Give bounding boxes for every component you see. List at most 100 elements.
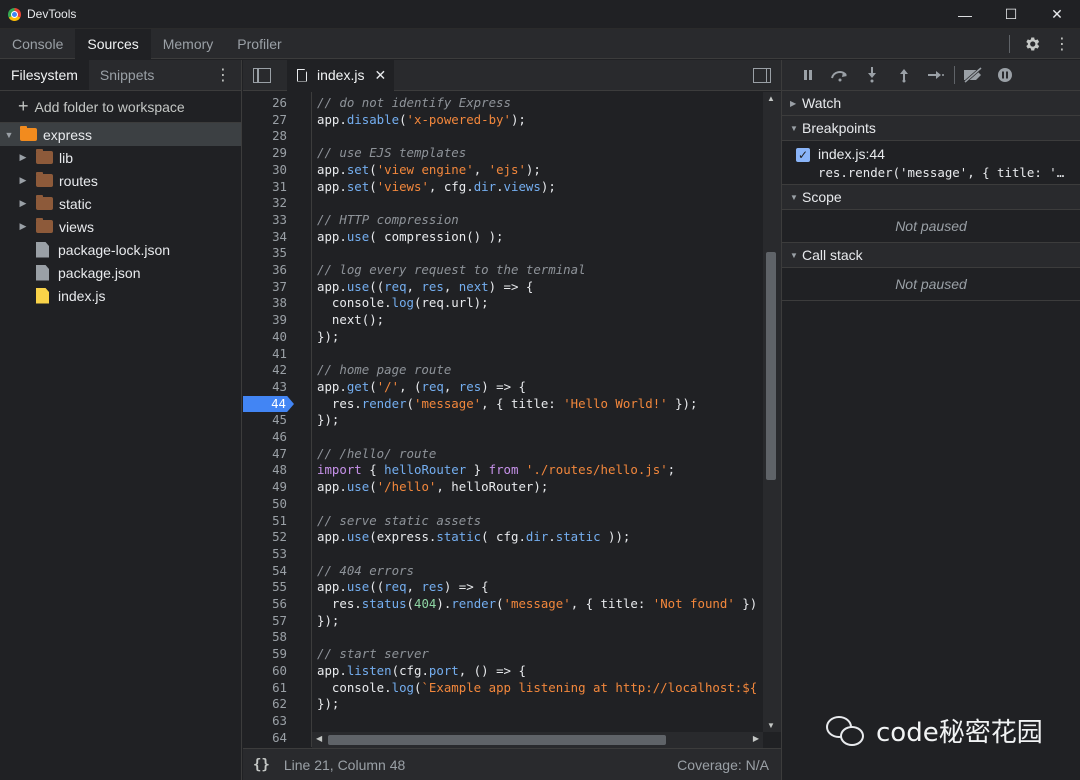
tree-item-package-lock[interactable]: package-lock.json	[0, 238, 241, 261]
tree-item-lib[interactable]: ▶ lib	[0, 146, 241, 169]
line-number[interactable]: 49	[243, 479, 287, 496]
step-into-icon[interactable]	[856, 63, 888, 87]
code-line[interactable]: 53	[243, 546, 763, 563]
tree-item-express[interactable]: ▼ express	[0, 123, 241, 146]
line-number[interactable]: 43	[243, 379, 287, 396]
tab-profiler[interactable]: Profiler	[225, 29, 293, 59]
code-line[interactable]: 51 // serve static assets	[243, 513, 763, 530]
code-line[interactable]: 37 app.use((req, res, next) => {	[243, 279, 763, 296]
add-folder-button[interactable]: + Add folder to workspace	[0, 91, 241, 123]
section-watch[interactable]: ▶ Watch	[782, 91, 1080, 116]
line-number[interactable]: 45	[243, 412, 287, 429]
tree-item-static[interactable]: ▶ static	[0, 192, 241, 215]
code-line[interactable]: 44 res.render('message', { title: 'Hello…	[243, 395, 763, 413]
code-line[interactable]: 40});	[243, 329, 763, 346]
breakpoint-checkbox[interactable]: ✓	[796, 148, 810, 162]
code-line[interactable]: 30 app.set('view engine', 'ejs');	[243, 162, 763, 179]
scroll-left-icon[interactable]: ◀	[316, 734, 322, 743]
scrollbar-thumb[interactable]	[766, 252, 776, 480]
line-number[interactable]: 57	[243, 613, 287, 630]
code-line[interactable]: 39 next();	[243, 312, 763, 329]
breakpoint-marker[interactable]: 44	[243, 395, 294, 413]
code-line[interactable]: 60 app.listen(cfg.port, () => {	[243, 663, 763, 680]
code-line[interactable]: 42 // home page route	[243, 362, 763, 379]
deactivate-breakpoints-icon[interactable]	[957, 63, 989, 87]
code-line[interactable]: 34 app.use( compression() );	[243, 229, 763, 246]
line-number[interactable]: 33	[243, 212, 287, 229]
code-line[interactable]: 45});	[243, 412, 763, 429]
code-line[interactable]: 38 console.log(req.url);	[243, 295, 763, 312]
pretty-print-button[interactable]: {}	[253, 757, 270, 773]
kebab-menu-icon[interactable]: ⋮	[1050, 32, 1074, 56]
vertical-scrollbar[interactable]: ▲ ▼	[763, 92, 781, 732]
line-number[interactable]: 37	[243, 279, 287, 296]
line-number[interactable]: 54	[243, 563, 287, 580]
code-line[interactable]: 62});	[243, 696, 763, 713]
line-number[interactable]: 52	[243, 529, 287, 546]
line-number[interactable]: 56	[243, 596, 287, 613]
tree-item-views[interactable]: ▶ views	[0, 215, 241, 238]
line-number[interactable]: 30	[243, 162, 287, 179]
tree-item-index-js[interactable]: index.js	[0, 284, 241, 307]
code-line[interactable]: 58	[243, 629, 763, 646]
tab-console[interactable]: Console	[0, 29, 75, 59]
toggle-debugger-icon[interactable]	[753, 68, 771, 83]
line-number[interactable]: 36	[243, 262, 287, 279]
toggle-navigator-icon[interactable]	[253, 67, 271, 83]
line-number[interactable]: 48	[243, 462, 287, 479]
code-line[interactable]: 55 app.use((req, res) => {	[243, 579, 763, 596]
code-line[interactable]: 29 // use EJS templates	[243, 145, 763, 162]
line-number[interactable]: 26	[243, 95, 287, 112]
minimize-button[interactable]: —	[942, 0, 988, 29]
line-number[interactable]: 41	[243, 346, 287, 363]
line-number[interactable]: 31	[243, 179, 287, 196]
breakpoint-item[interactable]: ✓ index.js:44 res.render('message', { ti…	[782, 141, 1080, 185]
code-line[interactable]: 54 // 404 errors	[243, 563, 763, 580]
editor-tab-index-js[interactable]: index.js ✕	[287, 59, 395, 91]
line-number[interactable]: 64	[243, 730, 287, 747]
line-number[interactable]: 46	[243, 429, 287, 446]
code-line[interactable]: 56 res.status(404).render('message', { t…	[243, 596, 763, 613]
line-number[interactable]: 39	[243, 312, 287, 329]
line-number[interactable]: 40	[243, 329, 287, 346]
line-number[interactable]: 60	[243, 663, 287, 680]
close-tab-icon[interactable]: ✕	[374, 67, 386, 84]
line-number[interactable]: 32	[243, 195, 287, 212]
scroll-down-icon[interactable]: ▼	[767, 721, 775, 730]
section-call-stack[interactable]: ▼ Call stack	[782, 243, 1080, 268]
code-line[interactable]: 31 app.set('views', cfg.dir.views);	[243, 179, 763, 196]
code-line[interactable]: 26 // do not identify Express	[243, 95, 763, 112]
line-number[interactable]: 35	[243, 245, 287, 262]
code-line[interactable]: 33 // HTTP compression	[243, 212, 763, 229]
code-line[interactable]: 63	[243, 713, 763, 730]
code-line[interactable]: 32	[243, 195, 763, 212]
horizontal-scrollbar[interactable]: ◀ ▶	[312, 732, 763, 748]
code-line[interactable]: 27 app.disable('x-powered-by');	[243, 112, 763, 129]
line-number[interactable]: 29	[243, 145, 287, 162]
line-number[interactable]: 62	[243, 696, 287, 713]
tab-filesystem[interactable]: Filesystem	[0, 60, 89, 90]
kebab-menu-icon[interactable]: ⋮	[215, 60, 231, 91]
gear-icon[interactable]	[1020, 32, 1044, 56]
line-number[interactable]: 63	[243, 713, 287, 730]
code-line[interactable]: 50	[243, 496, 763, 513]
scroll-right-icon[interactable]: ▶	[753, 734, 759, 743]
line-number[interactable]: 51	[243, 513, 287, 530]
pause-icon[interactable]	[792, 63, 824, 87]
code-line[interactable]: 43 app.get('/', (req, res) => {	[243, 379, 763, 396]
tab-memory[interactable]: Memory	[151, 29, 226, 59]
section-breakpoints[interactable]: ▼ Breakpoints	[782, 116, 1080, 141]
code-line[interactable]: 36 // log every request to the terminal	[243, 262, 763, 279]
code-line[interactable]: 57});	[243, 613, 763, 630]
line-number[interactable]: 59	[243, 646, 287, 663]
code-line[interactable]: 35	[243, 245, 763, 262]
code-line[interactable]: 47 // /hello/ route	[243, 446, 763, 463]
code-line[interactable]: 46	[243, 429, 763, 446]
code-line[interactable]: 61 console.log(`Example app listening at…	[243, 680, 763, 697]
line-number[interactable]: 27	[243, 112, 287, 129]
close-button[interactable]: ✕	[1034, 0, 1080, 29]
line-number[interactable]: 47	[243, 446, 287, 463]
section-scope[interactable]: ▼ Scope	[782, 185, 1080, 210]
tab-sources[interactable]: Sources	[75, 29, 151, 59]
tree-item-routes[interactable]: ▶ routes	[0, 169, 241, 192]
